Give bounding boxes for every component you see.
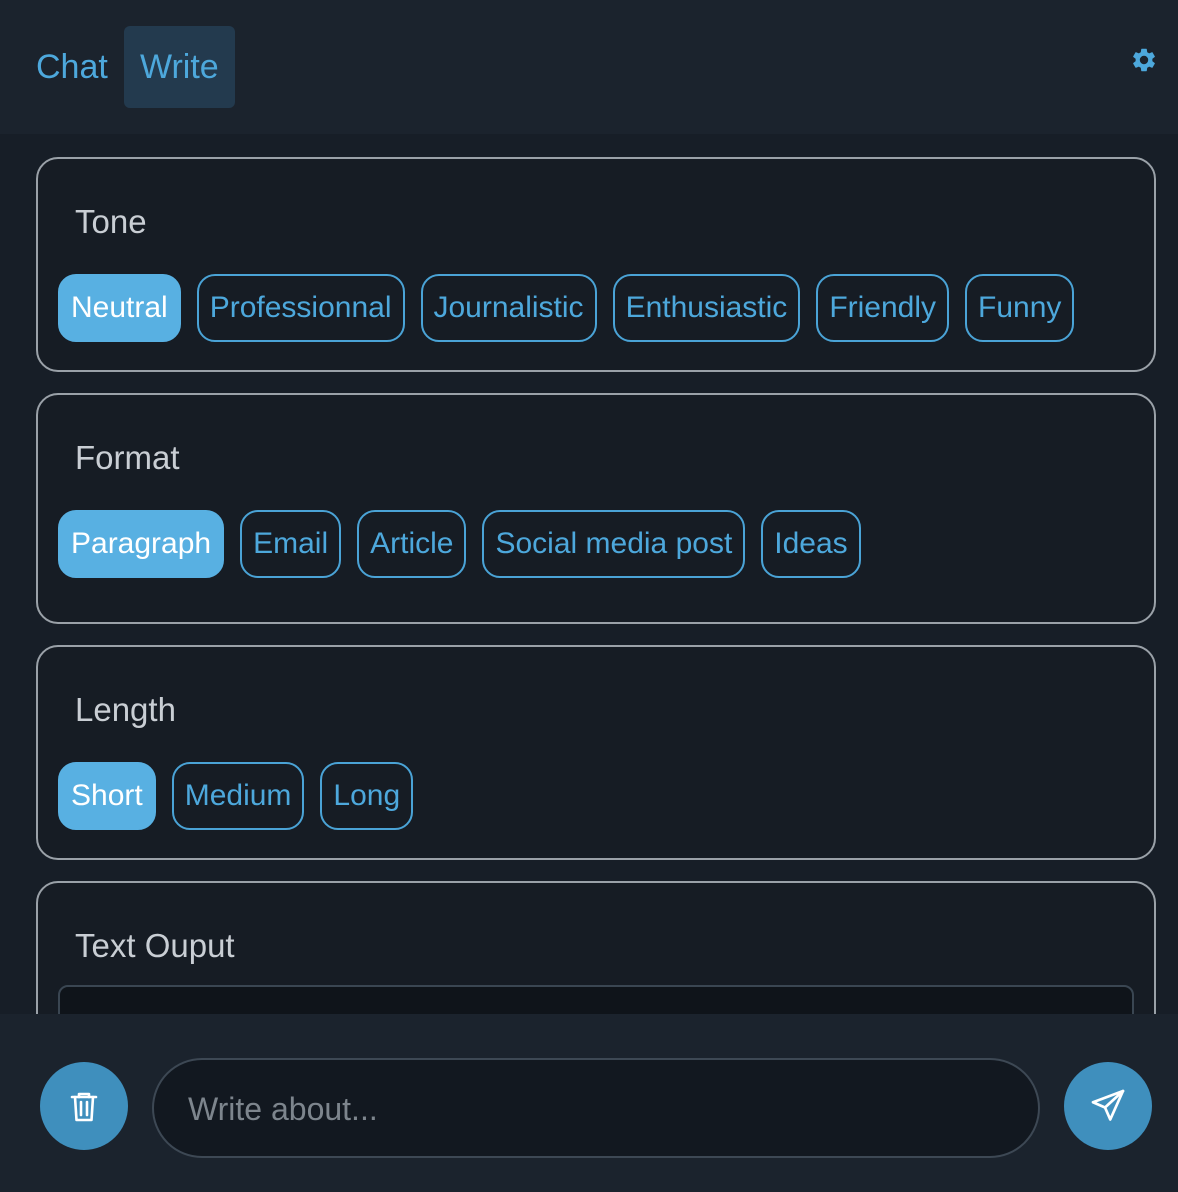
clear-button[interactable]	[40, 1062, 128, 1150]
tone-option-professionnal[interactable]: Professionnal	[196, 274, 405, 342]
write-about-input[interactable]	[186, 1060, 1010, 1158]
tone-option-funny[interactable]: Funny	[965, 274, 1075, 342]
tone-option-neutral[interactable]: Neutral	[58, 274, 181, 342]
format-option-ideas[interactable]: Ideas	[761, 510, 861, 578]
length-title: Length	[75, 691, 176, 728]
text-output-title: Text Ouput	[75, 927, 235, 964]
tab-write[interactable]: Write	[124, 26, 235, 108]
format-option-email[interactable]: Email	[240, 510, 342, 578]
length-card: Length Short Medium Long	[36, 645, 1156, 860]
app-window: Chat Write Tone Neutral Professionnal Jo…	[0, 0, 1178, 1192]
length-option-short[interactable]: Short	[58, 762, 156, 830]
composer-bar	[0, 1014, 1178, 1192]
write-settings-panel: Tone Neutral Professionnal Journalistic …	[0, 134, 1178, 1014]
length-option-long[interactable]: Long	[320, 762, 414, 830]
top-navigation: Chat Write	[0, 0, 1178, 134]
write-about-field[interactable]	[152, 1058, 1040, 1158]
format-card: Format Paragraph Email Article Social me…	[36, 393, 1156, 624]
tone-option-friendly[interactable]: Friendly	[816, 274, 950, 342]
send-button[interactable]	[1064, 1062, 1152, 1150]
tone-option-enthusiastic[interactable]: Enthusiastic	[612, 274, 801, 342]
tone-title: Tone	[75, 203, 147, 240]
trash-icon	[70, 1092, 98, 1122]
length-options: Short Medium Long	[58, 762, 414, 830]
text-output-area[interactable]	[58, 985, 1134, 1014]
format-option-article[interactable]: Article	[357, 510, 467, 578]
tab-chat[interactable]: Chat	[20, 26, 124, 108]
tone-option-journalistic[interactable]: Journalistic	[420, 274, 597, 342]
format-option-paragraph[interactable]: Paragraph	[58, 510, 225, 578]
tone-options: Neutral Professionnal Journalistic Enthu…	[58, 274, 1075, 342]
length-option-medium[interactable]: Medium	[171, 762, 305, 830]
format-options: Paragraph Email Article Social media pos…	[58, 510, 861, 578]
send-icon	[1091, 1089, 1125, 1121]
format-title: Format	[75, 439, 180, 476]
gear-icon[interactable]	[1130, 46, 1158, 74]
format-option-social-media-post[interactable]: Social media post	[482, 510, 746, 578]
text-output-card: Text Ouput	[36, 881, 1156, 1014]
tone-card: Tone Neutral Professionnal Journalistic …	[36, 157, 1156, 372]
